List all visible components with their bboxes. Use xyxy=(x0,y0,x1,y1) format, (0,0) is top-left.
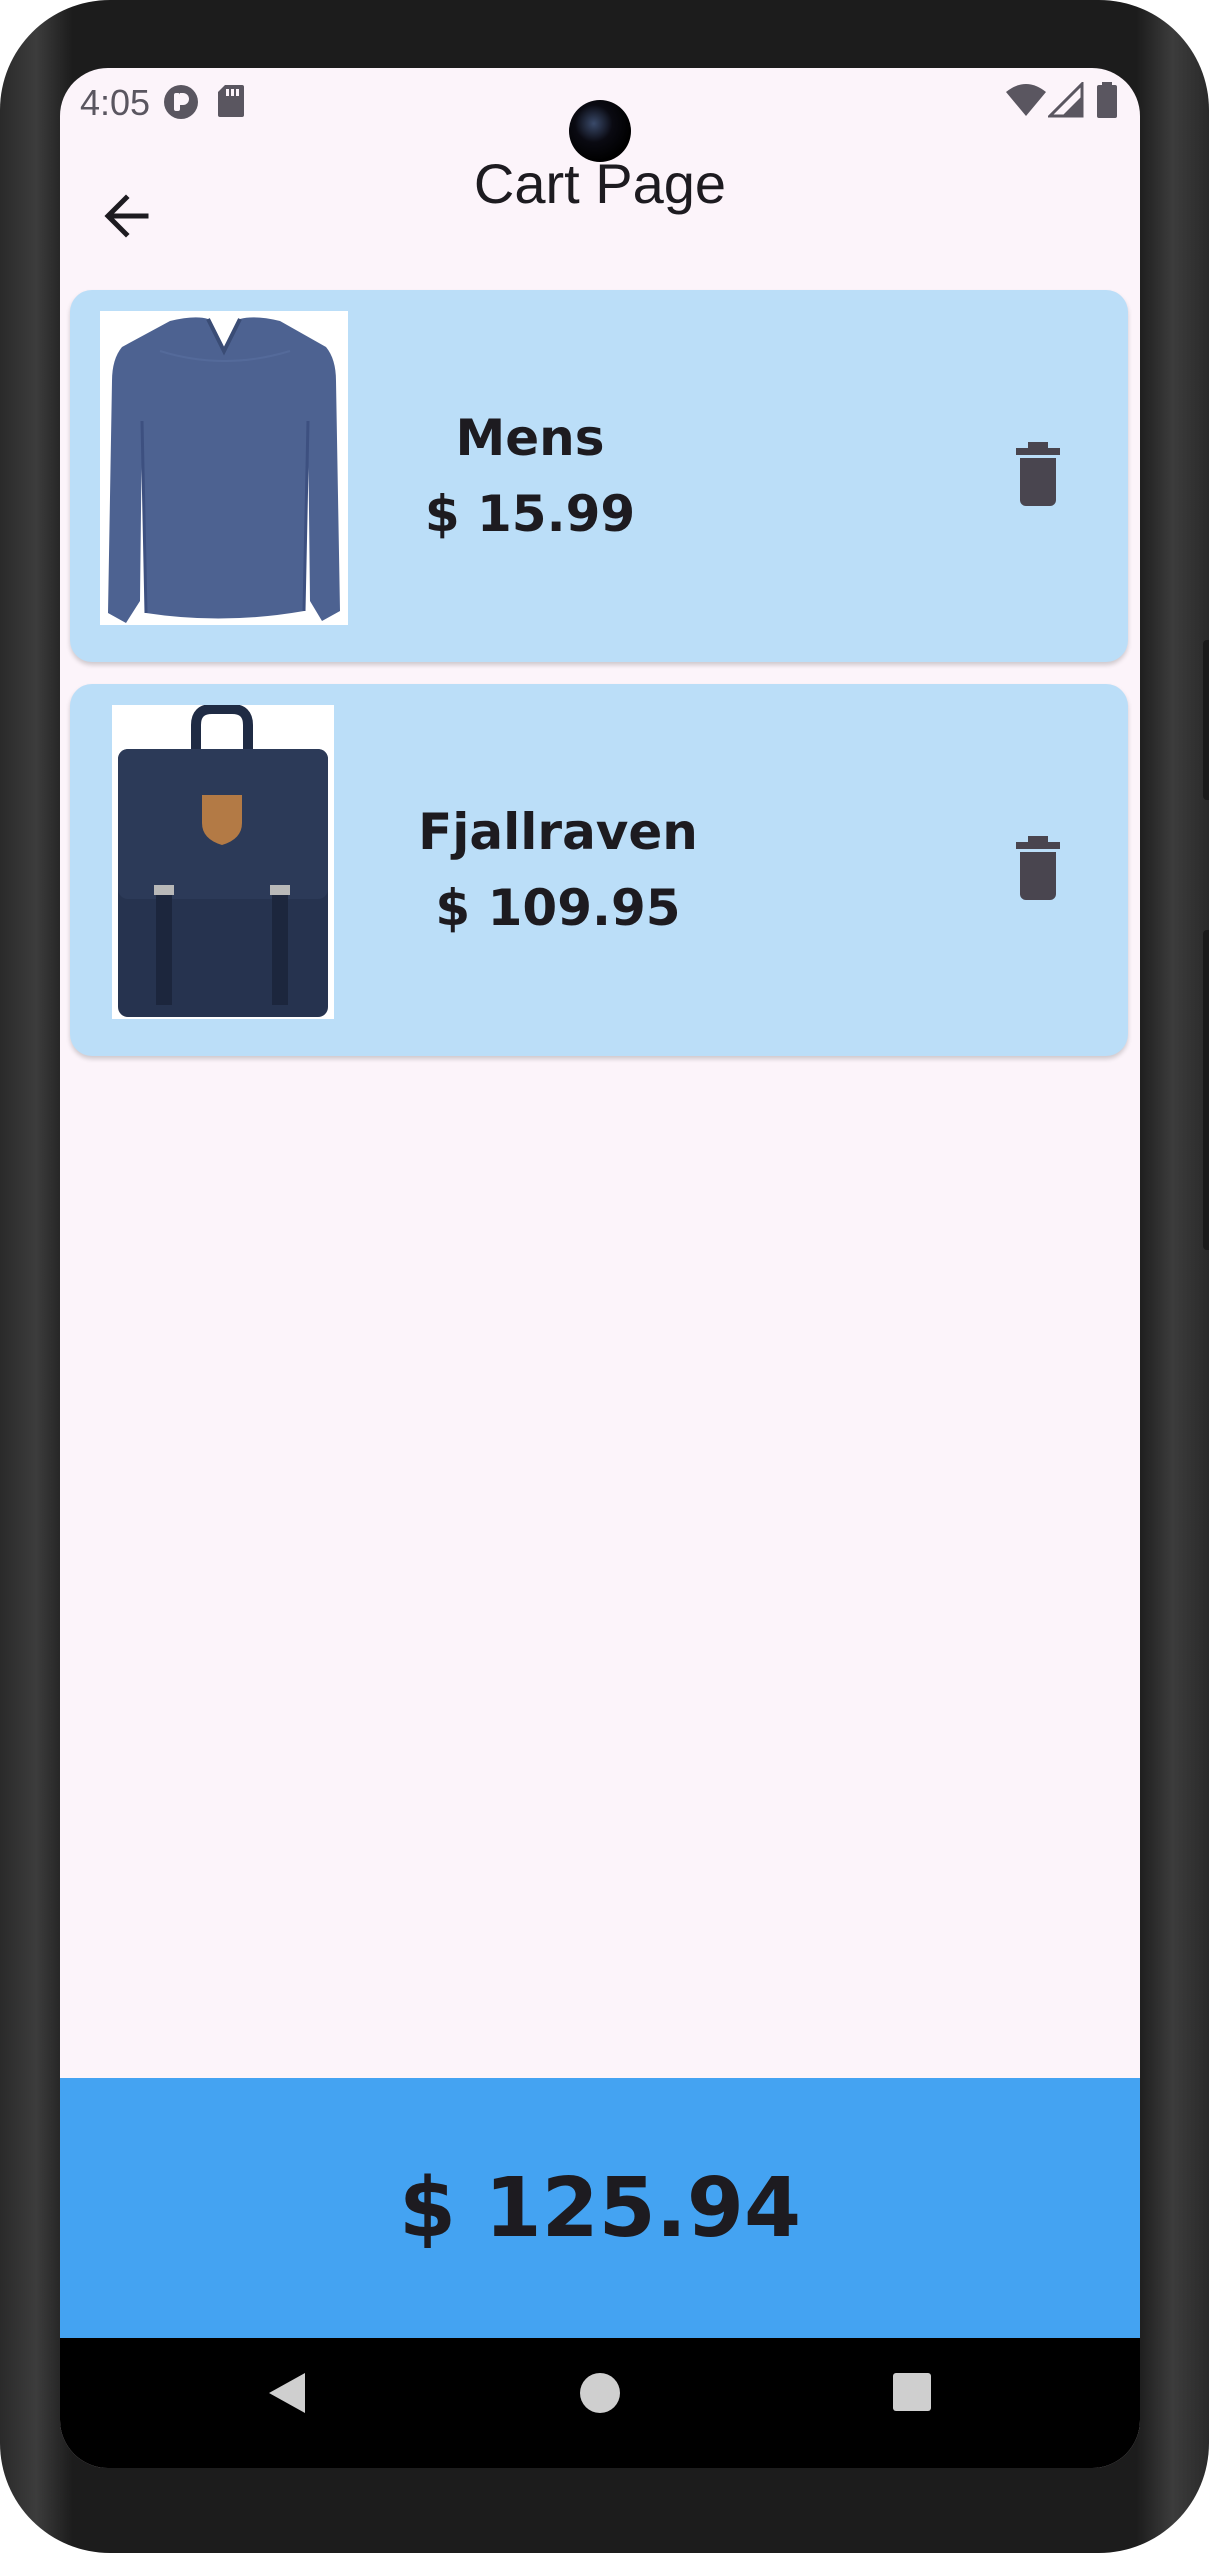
product-image-backpack xyxy=(112,705,334,1019)
recents-square-icon[interactable] xyxy=(892,2372,932,2417)
sd-card-icon xyxy=(217,84,245,123)
product-image-shirt xyxy=(100,311,348,625)
navigation-bar xyxy=(60,2338,1140,2468)
power-button xyxy=(1203,930,1209,1250)
total-amount: $ 125.94 xyxy=(398,2160,802,2256)
wifi-icon xyxy=(1004,82,1048,123)
screen: 4:05 Cart Page Mens $ 15.99 Fjallraven $… xyxy=(60,68,1140,2468)
signal-icon xyxy=(1046,80,1084,123)
page-title: Cart Page xyxy=(473,152,727,215)
product-info: Fjallraven $ 109.95 xyxy=(348,684,768,1056)
back-triangle-icon[interactable] xyxy=(265,2370,309,2421)
delete-button[interactable] xyxy=(1008,834,1068,904)
status-time: 4:05 xyxy=(80,82,151,123)
trash-icon xyxy=(1008,836,1068,908)
cart-item[interactable]: Fjallraven $ 109.95 xyxy=(70,684,1128,1056)
pocket-icon xyxy=(163,84,199,125)
product-name: Fjallraven xyxy=(418,803,698,861)
volume-button xyxy=(1203,640,1209,800)
total-bar[interactable]: $ 125.94 xyxy=(60,2078,1140,2338)
phone-frame: 4:05 Cart Page Mens $ 15.99 Fjallraven $… xyxy=(0,0,1209,2553)
trash-icon xyxy=(1008,442,1068,514)
delete-button[interactable] xyxy=(1008,440,1068,510)
product-info: Mens $ 15.99 xyxy=(340,290,720,662)
product-name: Mens xyxy=(455,409,605,467)
product-price: $ 15.99 xyxy=(424,485,636,543)
home-circle-icon[interactable] xyxy=(578,2371,622,2420)
battery-icon xyxy=(1096,82,1118,123)
cart-item[interactable]: Mens $ 15.99 xyxy=(70,290,1128,662)
product-price: $ 109.95 xyxy=(435,879,681,937)
arrow-back-icon xyxy=(98,194,154,248)
